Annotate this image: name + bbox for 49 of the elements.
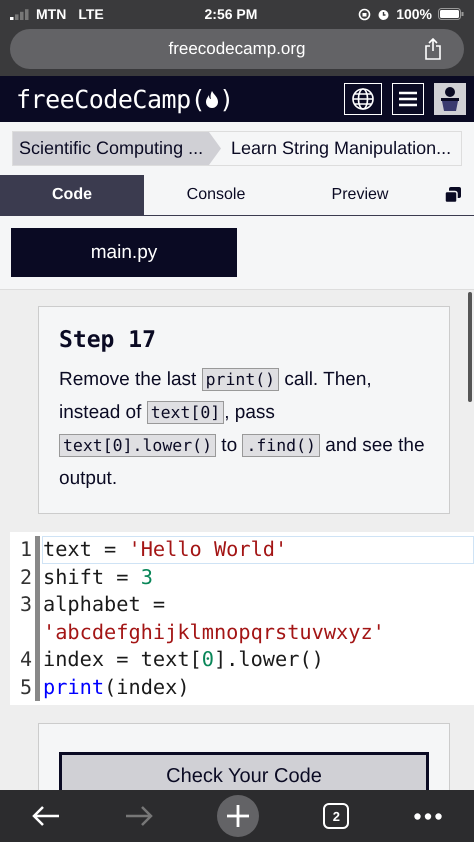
scrollbar-thumb[interactable] — [468, 292, 472, 402]
network-type: LTE — [78, 6, 104, 22]
plus-icon — [226, 805, 249, 827]
line-number: 2 — [20, 564, 32, 590]
alarm-icon — [377, 8, 390, 20]
step-title: Step 17 — [59, 327, 157, 353]
forward-arrow-icon — [124, 805, 153, 827]
code-editor[interactable]: 1 2 3 4 5 text = 'Hello World' shift = 3 alphabet = 'abcdefghijklmnopqrstuvwxyz' index = text[0].lower() print(index) — [10, 532, 474, 705]
check-code-button[interactable]: Check Your Code — [59, 752, 429, 790]
menu-icon — [399, 91, 417, 107]
code-line: print(index) — [42, 674, 191, 700]
more-icon — [414, 812, 442, 820]
line-number: 5 — [20, 674, 32, 700]
back-button[interactable] — [32, 805, 60, 827]
globe-icon — [351, 87, 375, 111]
code-line: alphabet = — [42, 591, 166, 618]
back-arrow-icon — [32, 805, 60, 827]
line-number: 4 — [20, 646, 32, 673]
signal-icon — [10, 8, 30, 20]
code-line: shift = 3 — [42, 564, 154, 590]
profile-avatar[interactable] — [434, 83, 466, 115]
editor-tab[interactable]: Preview — [288, 175, 432, 215]
code-line: 'abcdefghijklmnopqrstuvwxyz' — [42, 618, 386, 646]
url-text: freecodecamp.org — [168, 39, 306, 59]
user-icon — [438, 86, 462, 112]
windows-icon — [444, 186, 462, 204]
line-number: 1 — [20, 536, 32, 563]
menu-button[interactable] — [392, 83, 424, 115]
logo-text[interactable]: freeCodeCamp( — [16, 84, 206, 114]
logo-text[interactable]: ) — [219, 84, 234, 114]
battery-percent: 100% — [396, 6, 432, 22]
rotation-lock-icon — [358, 8, 372, 20]
file-tab[interactable]: main.py — [11, 228, 237, 277]
new-tab-button[interactable] — [216, 795, 259, 837]
tab-count-button[interactable]: 2 — [323, 803, 350, 829]
code-line: index = text[0].lower() — [42, 646, 325, 673]
clock-time: 2:56 PM — [204, 6, 258, 22]
editor-tab[interactable]: Code — [0, 175, 144, 215]
share-icon[interactable] — [424, 38, 442, 60]
line-number: 3 — [20, 591, 32, 618]
battery-icon — [438, 8, 464, 20]
editor-tab[interactable]: Console — [144, 175, 288, 215]
carrier-name: MTN — [36, 6, 66, 22]
more-button[interactable] — [414, 812, 442, 820]
instructions-text: Remove the last print() call. Then, instead of text[0] , pass text[0].lower() to .find() and see the output. — [59, 367, 426, 491]
forward-button[interactable] — [124, 805, 153, 827]
language-button[interactable] — [344, 83, 382, 115]
address-bar[interactable]: freecodecamp.org — [10, 29, 464, 69]
flame-icon — [205, 90, 220, 108]
